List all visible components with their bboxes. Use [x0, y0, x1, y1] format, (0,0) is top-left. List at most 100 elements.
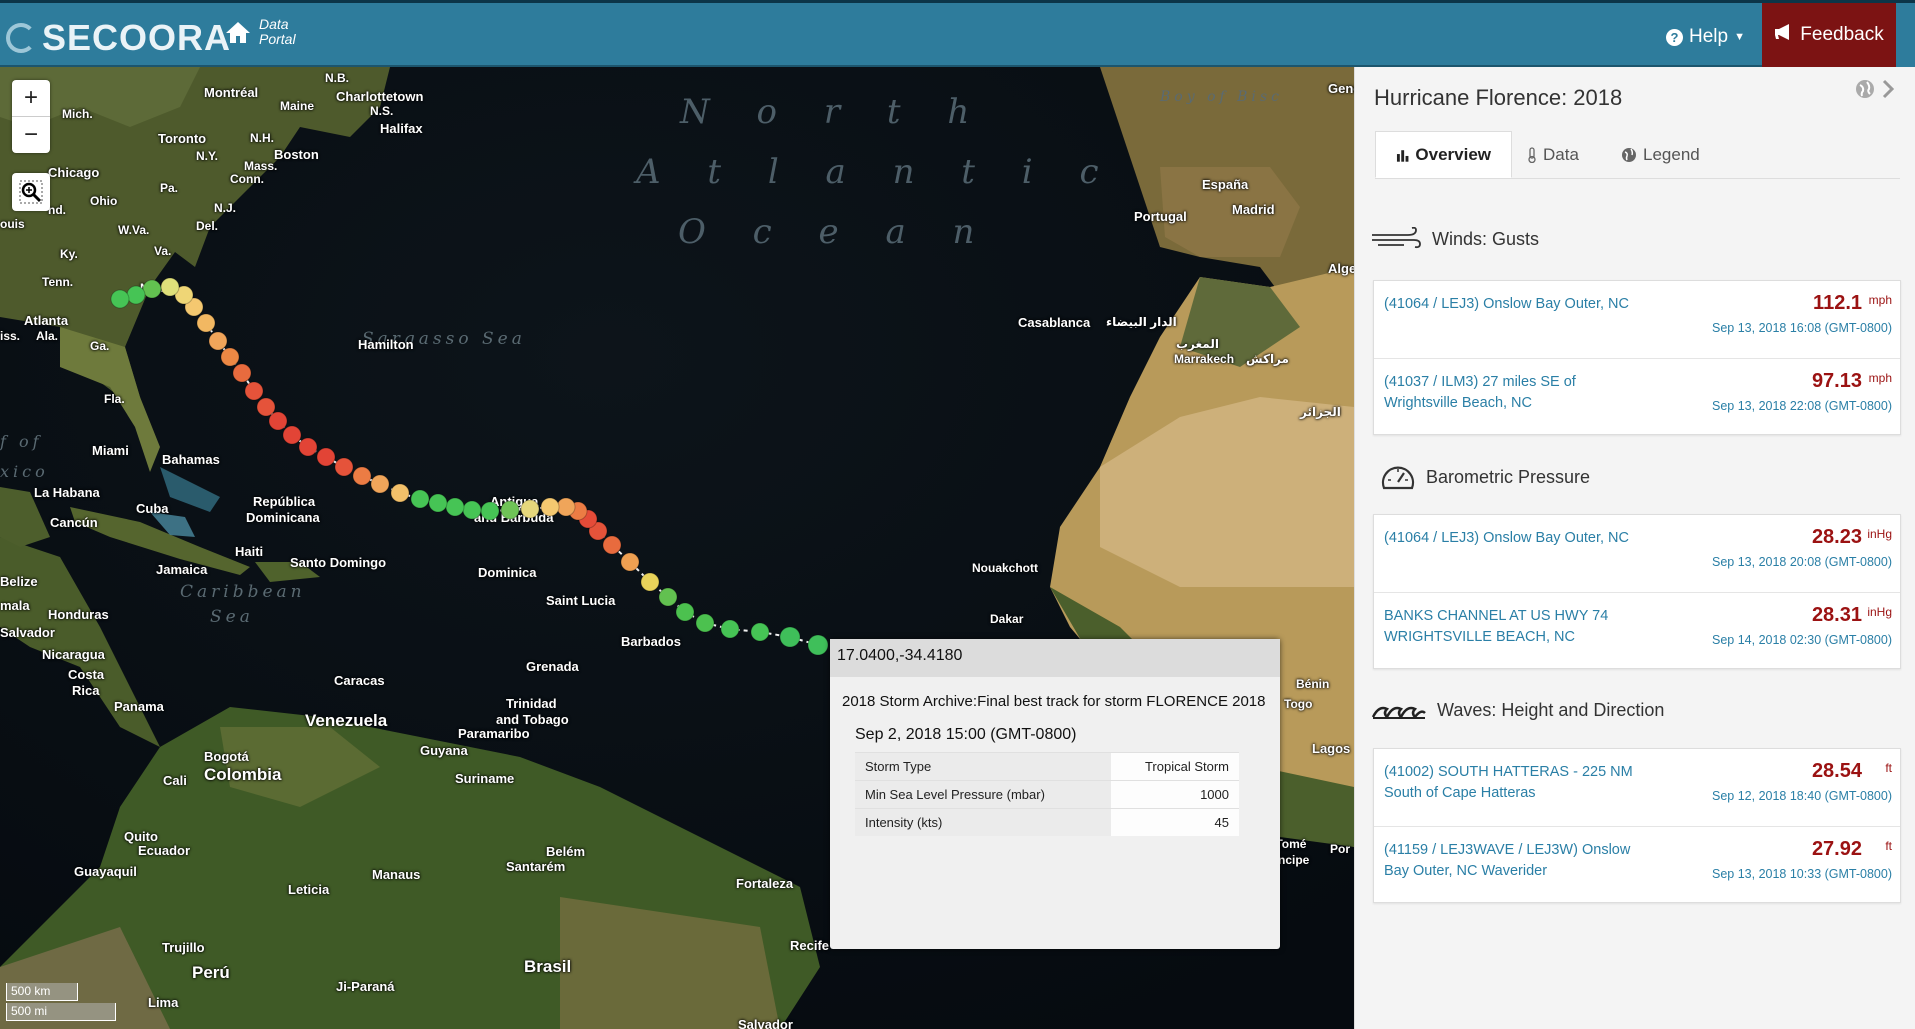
sidebar-tabs: Overview Data Legend: [1375, 131, 1900, 179]
storm-track-point[interactable]: [232, 363, 252, 383]
station-row[interactable]: (41037 / ILM3) 27 miles SE of Wrightsvil…: [1374, 358, 1900, 436]
zoom-out-button[interactable]: −: [12, 116, 50, 153]
station-unit: mph: [1868, 293, 1892, 307]
table-row: Storm Type Tropical Storm: [855, 752, 1239, 781]
bar-chart-icon: [1396, 149, 1409, 162]
attr-key: Min Sea Level Pressure (mbar): [855, 780, 1111, 809]
station-row[interactable]: (41159 / LEJ3WAVE / LEJ3W) Onslow Bay Ou…: [1374, 826, 1900, 904]
storm-track-point[interactable]: [520, 499, 540, 519]
storm-track-point[interactable]: [640, 572, 660, 592]
storm-track-point[interactable]: [256, 397, 276, 417]
storm-track-point[interactable]: [462, 500, 482, 520]
zoom-in-button[interactable]: +: [12, 80, 50, 116]
station-unit: mph: [1868, 371, 1892, 385]
storm-track-point[interactable]: [110, 289, 130, 309]
tab-legend-label: Legend: [1643, 144, 1700, 164]
attr-key: Storm Type: [855, 752, 1111, 781]
storm-track-point[interactable]: [142, 279, 162, 299]
storm-track-point[interactable]: [298, 437, 318, 457]
tab-overview[interactable]: Overview: [1375, 131, 1512, 178]
zoom-to-box-button[interactable]: [12, 173, 50, 211]
storm-track-point[interactable]: [620, 552, 640, 572]
zoom-control: + −: [12, 80, 50, 153]
attr-key: Intensity (kts): [855, 808, 1111, 836]
station-name-link[interactable]: (41064 / LEJ3) Onslow Bay Outer, NC: [1384, 294, 1644, 315]
globe-icon[interactable]: [1855, 79, 1875, 99]
station-value: 97.13: [1811, 370, 1862, 392]
storm-track-point[interactable]: [602, 535, 622, 555]
help-dropdown[interactable]: ? Help ▼: [1666, 26, 1745, 48]
magnifier-zoom-icon: [19, 180, 43, 204]
globe-legend-icon: [1622, 147, 1636, 162]
sidebar-controls: [1855, 79, 1895, 99]
scale-bar-mi: 500 mi: [6, 1003, 116, 1021]
storm-track-point[interactable]: [160, 277, 180, 297]
station-unit: inHg: [1867, 605, 1892, 619]
storm-track-point[interactable]: [334, 457, 354, 477]
storm-track-point[interactable]: [244, 381, 264, 401]
wave-icon: [1371, 706, 1426, 720]
storm-track-point[interactable]: [445, 497, 465, 517]
table-row: Intensity (kts) 45: [855, 808, 1239, 836]
storm-track-point[interactable]: [807, 634, 829, 656]
station-name-link[interactable]: BANKS CHANNEL AT US HWY 74 WRIGHTSVILLE …: [1384, 606, 1644, 648]
storm-track-point[interactable]: [220, 347, 240, 367]
storm-track-point[interactable]: [556, 497, 576, 517]
thermometer-icon: [1528, 146, 1536, 163]
storm-track-point[interactable]: [695, 613, 715, 633]
storm-track-point[interactable]: [428, 493, 448, 513]
station-value: 27.92: [1811, 838, 1862, 860]
storm-point-popup[interactable]: 17.0400,-34.4180 2018 Storm Archive:Fina…: [830, 639, 1280, 949]
storm-track-point[interactable]: [390, 483, 410, 503]
station-time: Sep 14, 2018 02:30 (GMT-0800): [1712, 633, 1892, 647]
attr-value: 45: [1111, 808, 1239, 836]
popup-attributes-table: Storm Type Tropical Storm Min Sea Level …: [855, 752, 1239, 836]
station-value: 112.1: [1813, 292, 1862, 314]
section-title: Waves: Height and Direction: [1437, 699, 1665, 720]
storm-track-point[interactable]: [126, 285, 146, 305]
station-card: (41002) SOUTH HATTERAS - 225 NM South of…: [1373, 748, 1901, 903]
map-view[interactable]: N o r t h A t l a n t i c O c e a n Sarg…: [0, 67, 1354, 1029]
section-winds-gusts: Winds: Gusts: [1370, 227, 1539, 251]
data-portal-home-link[interactable]: Data Portal: [225, 17, 296, 47]
storm-track-point[interactable]: [410, 489, 430, 509]
station-time: Sep 13, 2018 10:33 (GMT-0800): [1712, 867, 1892, 881]
storm-track-point[interactable]: [370, 474, 390, 494]
station-row[interactable]: (41002) SOUTH HATTERAS - 225 NM South of…: [1374, 749, 1900, 826]
section-barometric-pressure: Barometric Pressure: [1380, 462, 1590, 492]
storm-track-point[interactable]: [500, 500, 520, 520]
storm-track-point[interactable]: [540, 497, 560, 517]
station-row[interactable]: (41064 / LEJ3) Onslow Bay Outer, NC 28.2…: [1374, 515, 1900, 592]
tab-legend[interactable]: Legend: [1621, 131, 1700, 178]
storm-track-point[interactable]: [675, 602, 695, 622]
station-unit: ft: [1885, 839, 1892, 853]
storm-track-point[interactable]: [720, 619, 740, 639]
storm-track-point[interactable]: [268, 411, 288, 431]
station-row[interactable]: (41064 / LEJ3) Onslow Bay Outer, NC 112.…: [1374, 281, 1900, 358]
storm-track-point[interactable]: [750, 622, 770, 642]
bullhorn-icon: [1774, 24, 1794, 46]
feedback-button[interactable]: Feedback: [1762, 3, 1896, 67]
table-row: Min Sea Level Pressure (mbar) 1000: [855, 780, 1239, 809]
caret-down-icon: ▼: [1734, 31, 1745, 43]
popup-description: 2018 Storm Archive:Final best track for …: [842, 693, 1266, 710]
storm-track-point[interactable]: [196, 313, 216, 333]
storm-track-point[interactable]: [316, 447, 336, 467]
secoora-logo[interactable]: SECOORA: [6, 17, 231, 59]
storm-track-point[interactable]: [480, 501, 500, 521]
tab-data-label: Data: [1543, 144, 1579, 164]
station-unit: inHg: [1867, 527, 1892, 541]
storm-track-point[interactable]: [352, 466, 372, 486]
station-row[interactable]: BANKS CHANNEL AT US HWY 74 WRIGHTSVILLE …: [1374, 592, 1900, 670]
station-name-link[interactable]: (41002) SOUTH HATTERAS - 225 NM South of…: [1384, 762, 1644, 804]
chevron-right-icon[interactable]: [1881, 79, 1895, 99]
station-name-link[interactable]: (41159 / LEJ3WAVE / LEJ3W) Onslow Bay Ou…: [1384, 840, 1644, 882]
storm-track-point[interactable]: [208, 331, 228, 351]
station-name-link[interactable]: (41037 / ILM3) 27 miles SE of Wrightsvil…: [1384, 372, 1644, 414]
storm-track-point[interactable]: [282, 425, 302, 445]
question-icon: ?: [1666, 28, 1683, 46]
storm-track-point[interactable]: [779, 626, 801, 648]
storm-track-point[interactable]: [658, 587, 678, 607]
tab-data[interactable]: Data: [1527, 131, 1579, 178]
station-name-link[interactable]: (41064 / LEJ3) Onslow Bay Outer, NC: [1384, 528, 1644, 549]
